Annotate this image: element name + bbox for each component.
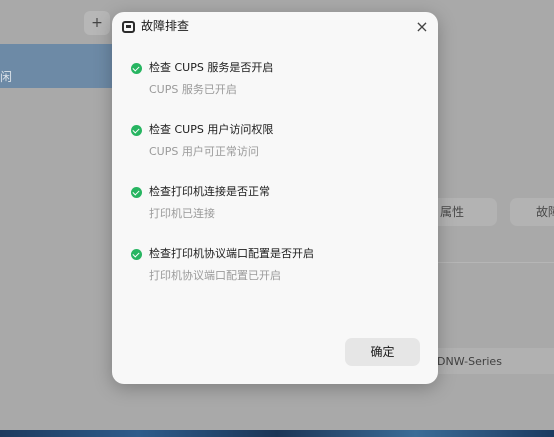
check-title: 检查 CUPS 服务是否开启	[149, 61, 274, 74]
desktop-wallpaper	[0, 430, 554, 437]
troubleshoot-dialog: 故障排查 × 检查 CUPS 服务是否开启 CUPS 服务已开启 检查 CUPS…	[112, 12, 438, 384]
check-success-icon	[131, 187, 142, 198]
ok-button[interactable]: 确定	[345, 338, 420, 366]
check-status: CUPS 服务已开启	[149, 83, 237, 96]
check-title: 检查 CUPS 用户访问权限	[149, 123, 274, 136]
check-title: 检查打印机协议端口配置是否开启	[149, 247, 314, 260]
printer-model-text: DNW-Series	[437, 355, 502, 368]
check-success-icon	[131, 63, 142, 74]
check-success-icon	[131, 249, 142, 260]
check-status: 打印机协议端口配置已开启	[149, 269, 281, 282]
check-success-icon	[131, 125, 142, 136]
check-title: 检查打印机连接是否正常	[149, 185, 270, 198]
check-status: 打印机已连接	[149, 207, 215, 220]
printer-icon	[122, 21, 135, 33]
close-button[interactable]: ×	[412, 17, 432, 37]
check-status: CUPS 用户可正常访问	[149, 145, 259, 158]
troubleshoot-button[interactable]: 故障	[510, 198, 554, 226]
dialog-title: 故障排查	[141, 19, 190, 33]
divider	[438, 262, 554, 263]
sidebar-item-label: 闲	[0, 70, 13, 84]
add-printer-button[interactable]: +	[84, 11, 110, 35]
